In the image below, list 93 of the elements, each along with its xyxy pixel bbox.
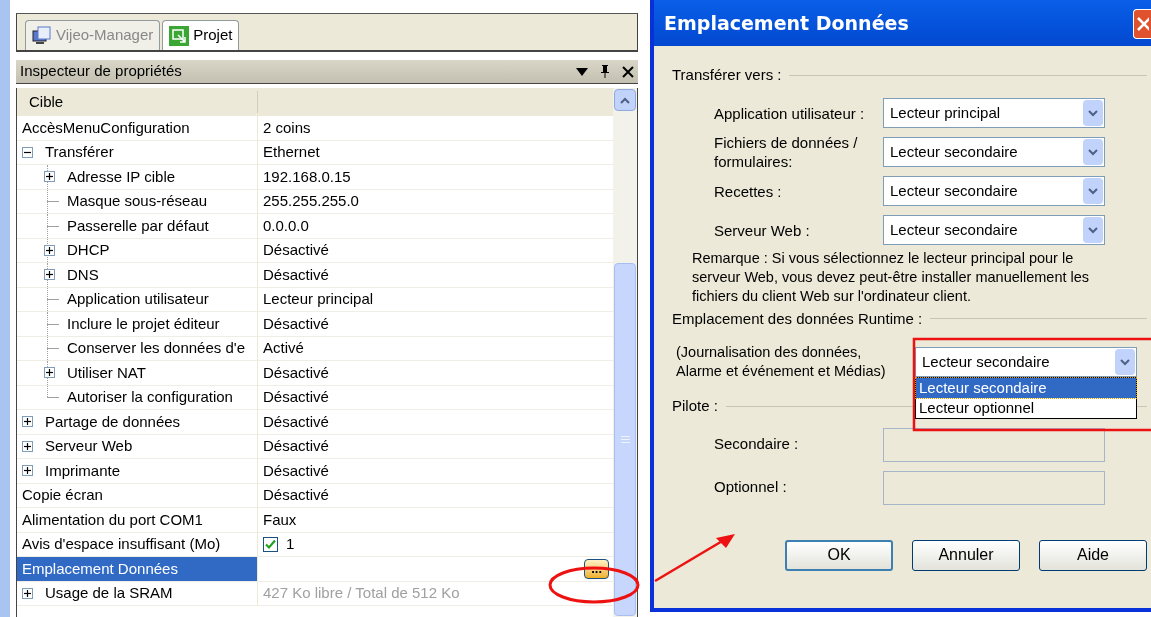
property-name[interactable]: Utiliser NAT (67, 361, 146, 384)
property-name[interactable]: Application utilisateur (67, 288, 209, 311)
property-name[interactable]: Serveur Web (45, 435, 133, 458)
value-text: Désactivé (263, 240, 329, 260)
property-name[interactable]: DHCP (67, 239, 110, 262)
field-label: Secondaire : (713, 434, 800, 455)
value-text: Désactivé (263, 264, 329, 285)
category-label: Cible (17, 90, 258, 114)
value-text: Désactivé (263, 362, 329, 383)
project-icon (169, 25, 190, 46)
field-label: Application utilisateur : (713, 103, 866, 123)
dialog-button[interactable]: Aide (1039, 539, 1147, 571)
dialog-button[interactable]: OK (785, 539, 893, 571)
value-text: Activé (263, 338, 304, 358)
monitor-icon (32, 25, 52, 46)
expand-icon[interactable] (44, 269, 55, 281)
field-label: Fichiers de données / formulaires: (713, 133, 859, 171)
close-icon (1137, 17, 1149, 31)
field-label: Optionnel : (713, 477, 788, 498)
tab[interactable]: Projet (162, 20, 240, 50)
property-name[interactable]: Alimentation du port COM1 (22, 508, 203, 531)
dropdown-icon[interactable] (576, 67, 588, 76)
checkbox[interactable] (263, 536, 278, 552)
tab-label: Vijeo-Manager (56, 25, 154, 46)
dropdown[interactable]: Lecteur principal (883, 98, 1105, 128)
dropdown[interactable]: Lecteur secondaire (883, 215, 1105, 245)
collapse-icon[interactable] (22, 146, 33, 158)
dropdown-value: Lecteur secondaire (889, 219, 1019, 240)
dropdown-value: Lecteur principal (889, 102, 1002, 123)
property-name[interactable]: Imprimante (45, 459, 121, 482)
value-text: Lecteur principal (263, 289, 374, 309)
value-text: 427 Ko libre / Total de 512 Ko (263, 583, 460, 603)
chevron-up-icon (620, 96, 630, 104)
property-name[interactable]: Partage de données (45, 410, 181, 433)
note-text: Remarque : Si vous sélectionnez le lecteur principal pour le serveur Web, vous devez peut-être installer manuellement les fichiers du client Web sur l'ordinateur client. (691, 248, 1091, 306)
close-button[interactable] (1133, 9, 1151, 39)
value-text: Faux (263, 509, 297, 530)
browse-button[interactable]: ... (584, 558, 609, 579)
pin-icon[interactable] (600, 65, 610, 78)
value-text: Désactivé (263, 460, 329, 481)
value-text: 0.0.0.0 (263, 215, 309, 236)
property-name[interactable]: AccèsMenuConfiguration (22, 116, 190, 139)
dropdown-value: Lecteur secondaire (889, 180, 1019, 201)
property-name[interactable]: Usage de la SRAM (45, 582, 173, 605)
value-text: Désactivé (263, 485, 329, 505)
expand-icon[interactable] (22, 465, 33, 477)
expand-icon[interactable] (44, 367, 55, 379)
field-label: Recettes : (713, 181, 783, 201)
value-text: Désactivé (263, 313, 329, 334)
expand-icon[interactable] (22, 440, 33, 452)
value-text: 1 (286, 534, 295, 554)
value-text: 2 coins (263, 117, 311, 138)
property-name[interactable]: DNS (67, 263, 99, 286)
section-label: Emplacement des données Runtime : (672, 308, 923, 329)
dropdown[interactable]: Lecteur secondaire (883, 137, 1105, 167)
property-name[interactable]: Copie écran (22, 484, 103, 507)
property-name[interactable]: Conserver les données d'e (67, 337, 245, 360)
scrollbar[interactable] (613, 88, 637, 617)
dropdown[interactable]: Lecteur secondaire (915, 347, 1137, 377)
dropdown-value: Lecteur secondaire (889, 141, 1019, 162)
property-name[interactable]: Passerelle par défaut (67, 214, 209, 237)
value-text: Désactivé (263, 411, 329, 432)
dropdown-value: Lecteur secondaire (921, 351, 1051, 372)
panel-title: Inspecteur de propriétés (20, 61, 183, 82)
property-name[interactable]: Avis d'espace insuffisant (Mo) (22, 533, 221, 556)
property-name[interactable]: Autoriser la configuration (67, 386, 233, 409)
section-label: Transférer vers : (672, 65, 782, 85)
value-text: Désactivé (263, 387, 329, 407)
grip-icon (620, 436, 630, 443)
expand-icon[interactable] (44, 244, 55, 256)
property-name[interactable]: Inclure le projet éditeur (67, 312, 220, 335)
dropdown-option[interactable]: Lecteur secondaire (916, 378, 1136, 398)
expand-icon[interactable] (22, 587, 33, 599)
section-label: Pilote : (672, 396, 718, 416)
expand-icon[interactable] (44, 171, 55, 183)
expand-icon[interactable] (22, 416, 33, 428)
property-name[interactable]: Masque sous-réseau (67, 190, 208, 213)
dialog-title: Emplacement Données (664, 10, 909, 36)
value-text: Ethernet (263, 142, 320, 162)
tab-label: Projet (193, 25, 233, 46)
close-icon[interactable] (622, 65, 634, 78)
field-label: (Journalisation des données, Alarme et événement et Médias) (675, 343, 887, 381)
dropdown-option[interactable]: Lecteur optionnel (916, 398, 1136, 418)
property-name[interactable]: Transférer (45, 141, 114, 164)
scroll-up-button[interactable] (614, 89, 636, 111)
dialog-button[interactable]: Annuler (912, 539, 1020, 571)
value-text: 255.255.255.0 (263, 191, 359, 211)
property-name[interactable]: Adresse IP cible (67, 165, 176, 188)
field-label: Serveur Web : (713, 220, 811, 240)
value-text: Désactivé (263, 436, 329, 456)
scroll-thumb[interactable] (614, 263, 636, 616)
value-text: 192.168.0.15 (263, 166, 351, 187)
dropdown[interactable]: Lecteur secondaire (883, 176, 1105, 206)
